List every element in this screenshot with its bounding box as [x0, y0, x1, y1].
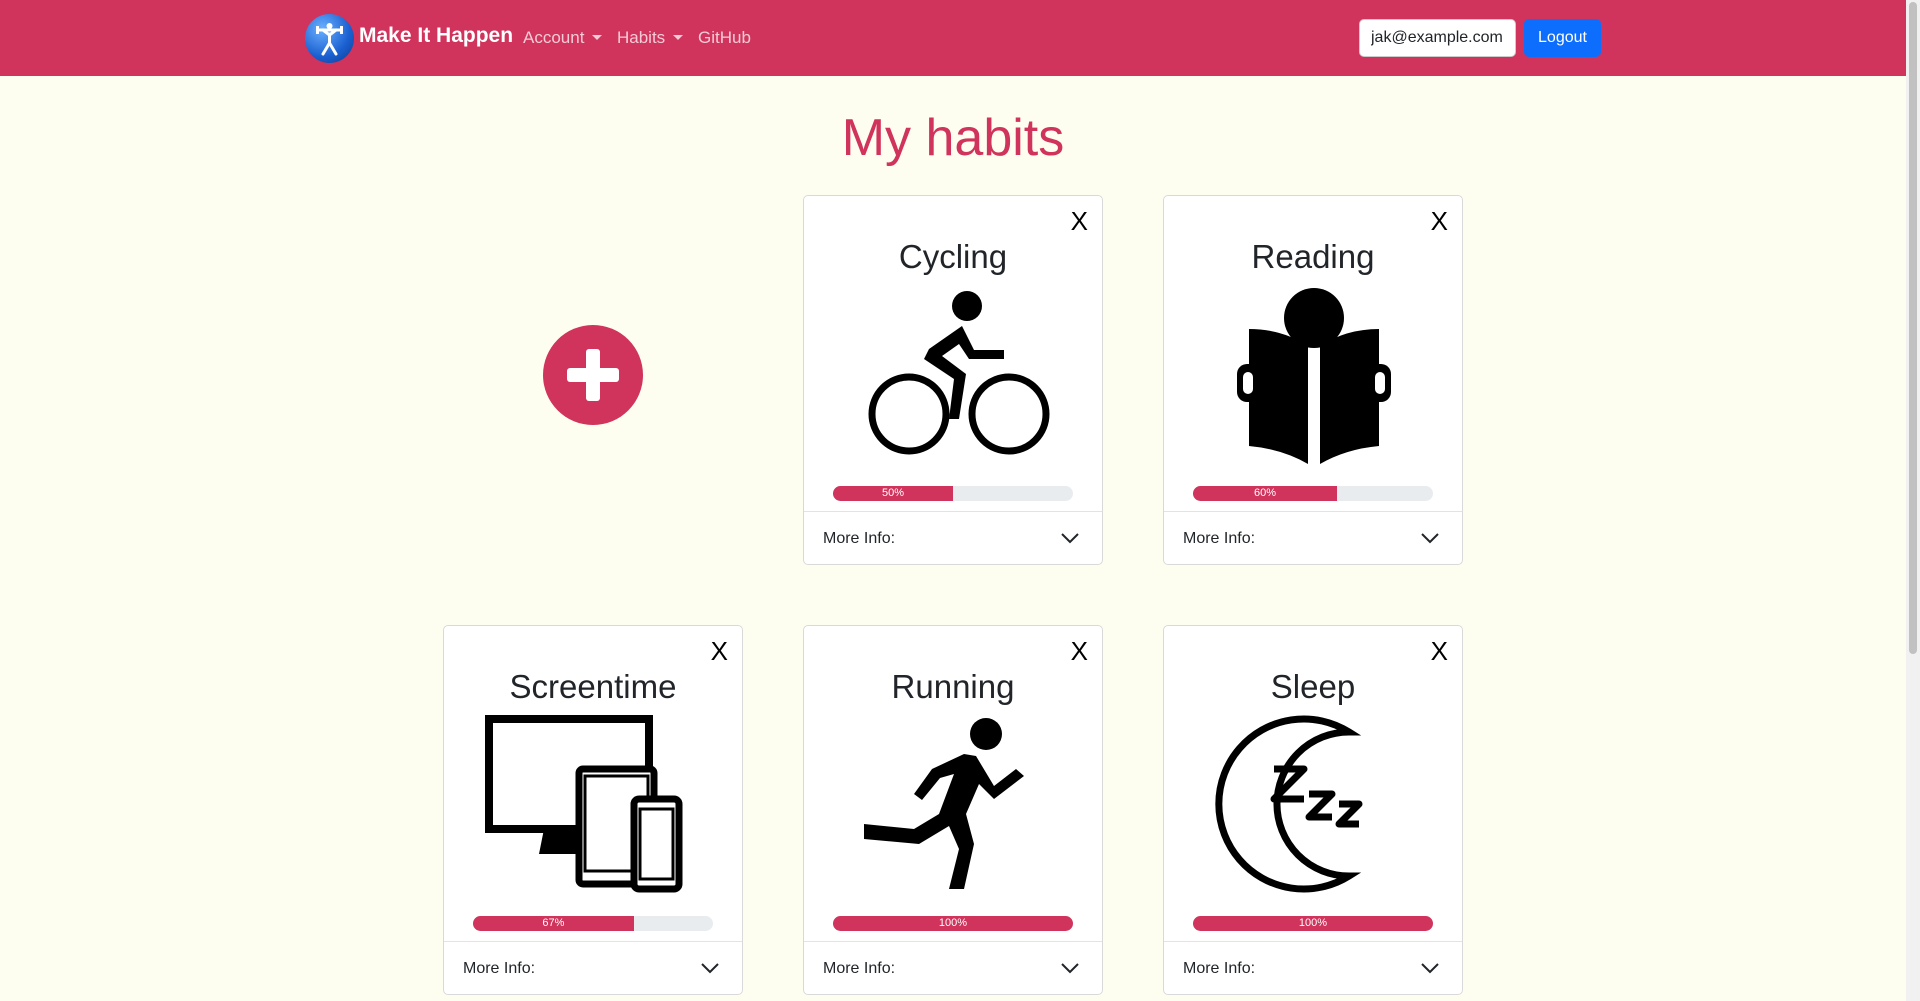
- reading-icon: [1204, 284, 1424, 464]
- habit-title: Cycling: [898, 238, 1008, 275]
- more-info-toggle[interactable]: More Info:: [1164, 941, 1462, 995]
- chevron-down-icon: [701, 963, 719, 974]
- progress-track: 50%: [833, 486, 1073, 501]
- chevron-down-icon: [1061, 963, 1079, 974]
- nav-github-link[interactable]: GitHub: [698, 28, 751, 48]
- nav-habits-dropdown[interactable]: Habits: [617, 28, 684, 48]
- progress-bar: 50%: [833, 486, 953, 501]
- more-info-toggle[interactable]: More Info:: [444, 941, 742, 995]
- progress-track: 60%: [1193, 486, 1433, 501]
- progress-track: 67%: [473, 916, 713, 931]
- progress-track: 100%: [1193, 916, 1433, 931]
- more-info-toggle[interactable]: More Info:: [1164, 511, 1462, 565]
- nav-account-dropdown[interactable]: Account: [523, 28, 603, 48]
- progress-bar: 100%: [833, 916, 1073, 931]
- chevron-down-icon: [1421, 963, 1439, 974]
- habit-card: X Reading 60% More Info:: [1163, 195, 1463, 565]
- progress-bar: 60%: [1193, 486, 1337, 501]
- habit-card: X Screentime 67% More Info:: [443, 625, 743, 995]
- habit-card: X Running 100% More Info:: [803, 625, 1103, 995]
- brand-logo-icon[interactable]: [305, 14, 354, 63]
- add-habit-button[interactable]: [543, 325, 643, 425]
- devices-icon: [484, 714, 704, 894]
- caret-down-icon: [673, 35, 684, 40]
- close-button[interactable]: X: [1071, 636, 1088, 667]
- chevron-down-icon: [1421, 533, 1439, 544]
- progress-bar: 100%: [1193, 916, 1433, 931]
- more-info-label: More Info:: [1183, 960, 1256, 977]
- more-info-toggle[interactable]: More Info:: [804, 941, 1102, 995]
- habit-card: X Cycling 50% More Info:: [803, 195, 1103, 565]
- scrollbar-thumb[interactable]: [1909, 2, 1917, 654]
- progress-bar: 67%: [473, 916, 634, 931]
- more-info-toggle[interactable]: More Info:: [804, 511, 1102, 565]
- plus-circle-icon: [567, 349, 619, 401]
- more-info-label: More Info:: [1183, 530, 1256, 547]
- page-title: My habits: [841, 109, 1065, 167]
- chevron-down-icon: [1061, 533, 1079, 544]
- close-button[interactable]: X: [1431, 636, 1448, 667]
- habit-title: Reading: [1251, 238, 1375, 275]
- logout-button[interactable]: Logout: [1524, 19, 1601, 57]
- nav-account-label: Account: [523, 28, 585, 47]
- nav-habits-label: Habits: [617, 28, 666, 47]
- more-info-label: More Info:: [823, 960, 896, 977]
- more-info-label: More Info:: [823, 530, 896, 547]
- close-button[interactable]: X: [711, 636, 728, 667]
- caret-down-icon: [592, 35, 603, 40]
- sleep-icon: [1204, 714, 1424, 894]
- habit-title: Sleep: [1270, 668, 1356, 705]
- email-field[interactable]: [1359, 19, 1516, 57]
- habit-title: Running: [891, 668, 1015, 705]
- close-button[interactable]: X: [1071, 206, 1088, 237]
- habit-card: X Sleep 100% More Info:: [1163, 625, 1463, 995]
- habit-title: Screentime: [509, 668, 677, 705]
- nav-github-label: GitHub: [698, 28, 751, 47]
- close-button[interactable]: X: [1431, 206, 1448, 237]
- running-icon: [844, 714, 1064, 894]
- page-scrollbar[interactable]: [1906, 0, 1920, 1001]
- more-info-label: More Info:: [463, 960, 536, 977]
- brand-name[interactable]: Make It Happen: [359, 24, 513, 48]
- cycling-icon: [844, 284, 1064, 464]
- progress-track: 100%: [833, 916, 1073, 931]
- navbar: Make It Happen Account Habits GitHub Log…: [0, 0, 1906, 76]
